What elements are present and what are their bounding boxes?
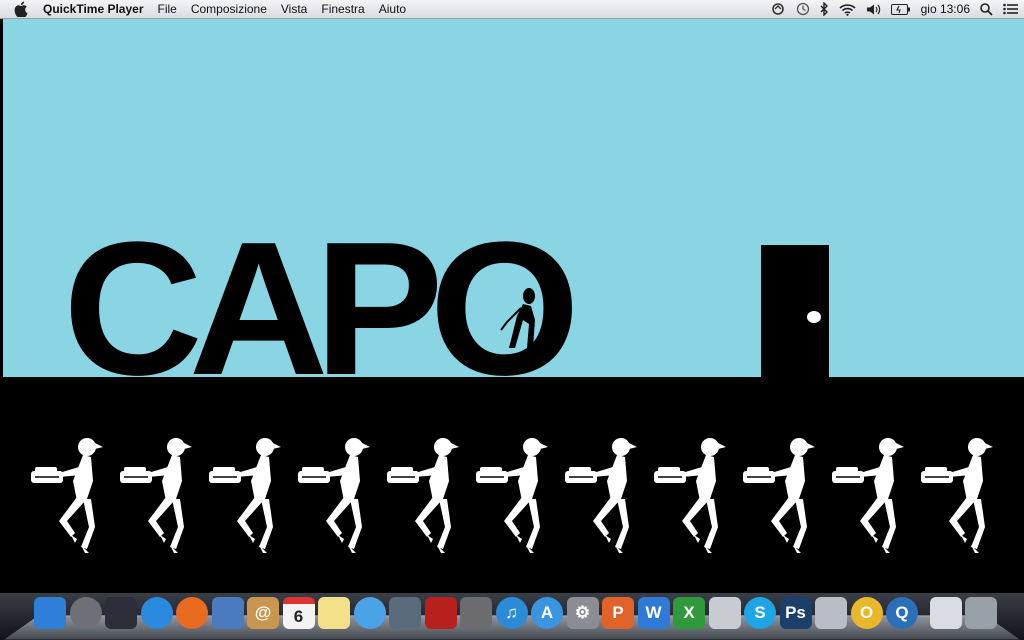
dock: @6 ♫ A ⚙ P W X S Ps O Q [0,593,1024,640]
help-menu[interactable]: Aiuto [372,0,413,18]
outlook-icon[interactable]: O [850,597,883,629]
launchpad-icon[interactable] [69,597,102,629]
typist-figure [118,437,198,560]
trash-icon[interactable] [965,597,997,629]
calculator-icon[interactable] [708,597,741,629]
typist-figure [563,437,643,560]
video-title-text: CAPO [63,203,580,415]
skype-icon[interactable]: S [744,597,776,629]
bluetooth-icon[interactable] [820,2,829,16]
typist-figure [29,437,109,560]
app-menu[interactable]: QuickTime Player [36,0,151,18]
mission-control-icon[interactable] [105,597,137,629]
typist-figure [741,437,821,560]
notification-center-icon[interactable] [1003,3,1018,15]
downloads-stack-icon[interactable] [929,597,962,629]
view-menu[interactable]: Vista [274,0,314,18]
typist-figure [296,437,376,560]
messages-icon[interactable] [353,597,386,629]
clock[interactable]: gio 13:06 [921,2,970,16]
typist-figure [919,437,999,560]
apple-menu-icon[interactable] [14,1,28,17]
preview-icon[interactable] [211,597,244,629]
typist-figure [830,437,910,560]
facetime-icon[interactable] [389,597,421,629]
edit-menu[interactable]: Composizione [184,0,274,18]
typist-figure [652,437,732,560]
contacts-icon[interactable]: @ [247,597,279,629]
battery-icon[interactable] [890,3,911,15]
quicktime-icon[interactable]: Q [886,597,918,629]
file-menu[interactable]: File [151,0,184,18]
volume-icon[interactable] [866,3,881,16]
iphoto-icon[interactable] [460,597,492,629]
photo-booth-icon[interactable] [424,597,457,629]
calendar-icon[interactable]: 6 [282,597,315,629]
excel-icon[interactable]: X [673,597,705,629]
notes-icon[interactable] [318,597,350,629]
finder-icon[interactable] [34,597,66,629]
wifi-icon[interactable] [839,3,856,16]
spotlight-icon[interactable] [980,2,993,16]
video-frame[interactable]: CAPO [3,19,1024,593]
firefox-icon[interactable] [176,597,208,629]
door [761,245,829,380]
typist-figure [474,437,554,560]
word-icon[interactable]: W [637,597,670,629]
menu-bar: QuickTime Player File Composizione Vista… [0,0,1024,19]
app-store-icon[interactable]: A [531,597,563,629]
peeking-woman-figure [500,288,535,348]
window-menu[interactable]: Finestra [314,0,371,18]
powerpoint-icon[interactable]: P [602,597,634,629]
photoshop-icon[interactable]: Ps [779,597,812,629]
typist-row [23,437,1023,557]
sync-icon[interactable] [770,2,786,16]
migration-icon[interactable] [815,597,847,629]
safari-icon[interactable] [140,597,173,629]
typist-figure [207,437,287,560]
time-machine-icon[interactable] [796,2,810,16]
itunes-icon[interactable]: ♫ [495,597,528,629]
status-menus: gio 13:06 [770,0,1018,18]
system-preferences-icon[interactable]: ⚙ [566,597,599,629]
typist-figure [385,437,465,560]
door-knob [807,311,821,323]
